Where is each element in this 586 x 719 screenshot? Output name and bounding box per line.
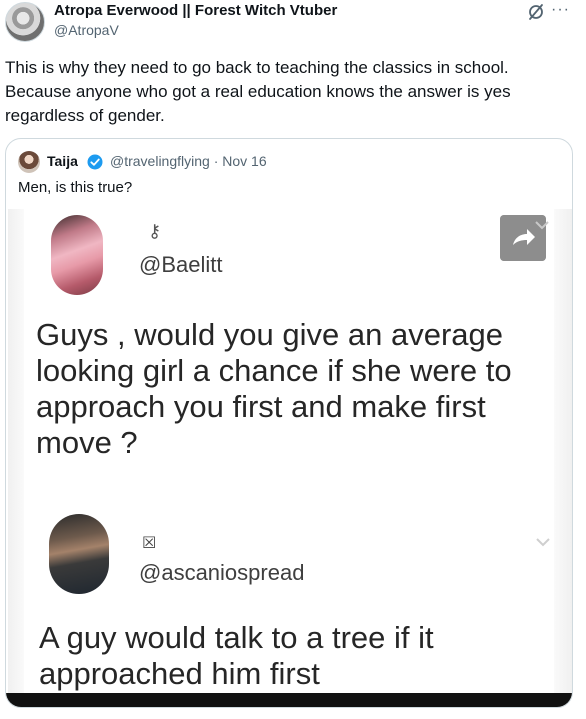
post-header: Atropa Everwood || Forest Witch Vtuber @…: [0, 0, 586, 50]
baelitt-tweet-text: Guys , would you give an average looking…: [36, 317, 512, 460]
avatar[interactable]: [5, 2, 45, 42]
ascaniospread-glyph: ☒: [142, 535, 157, 552]
verified-badge-icon: [87, 154, 103, 170]
quoted-media-image[interactable]: ⚷ @Baelitt Guys , would you give an aver…: [6, 209, 572, 707]
author-handle[interactable]: @AtropaV: [54, 22, 119, 38]
media-edge-right: [554, 209, 572, 707]
chevron-down-icon: [536, 538, 550, 547]
chevron-down-icon: [535, 221, 549, 230]
media-bottom-bar: [6, 693, 572, 707]
quoted-display-name[interactable]: Taija: [47, 153, 78, 169]
more-icon[interactable]: ···: [551, 1, 570, 19]
quoted-text: Men, is this true?: [18, 179, 133, 196]
quoted-avatar[interactable]: [18, 151, 40, 173]
baelitt-glyph: ⚷: [148, 221, 162, 241]
media-edge-left: [8, 209, 24, 707]
ascaniospread-tweet-text: A guy would talk to a tree if it approac…: [39, 620, 434, 691]
baelitt-avatar: [51, 215, 103, 295]
post-text: This is why they need to go back to teac…: [5, 58, 511, 125]
baelitt-username: @Baelitt: [139, 252, 223, 277]
quoted-post-header: Taija @travelingflying · Nov 16: [18, 151, 558, 173]
ascaniospread-username: @ascaniospread: [139, 560, 305, 585]
quoted-handle-date[interactable]: @travelingflying · Nov 16: [110, 153, 267, 169]
author-display-name[interactable]: Atropa Everwood || Forest Witch Vtuber: [54, 2, 337, 19]
grok-icon[interactable]: [526, 2, 546, 22]
ascaniospread-avatar: [49, 514, 109, 594]
quoted-post[interactable]: Taija @travelingflying · Nov 16 Men, is …: [5, 138, 573, 708]
